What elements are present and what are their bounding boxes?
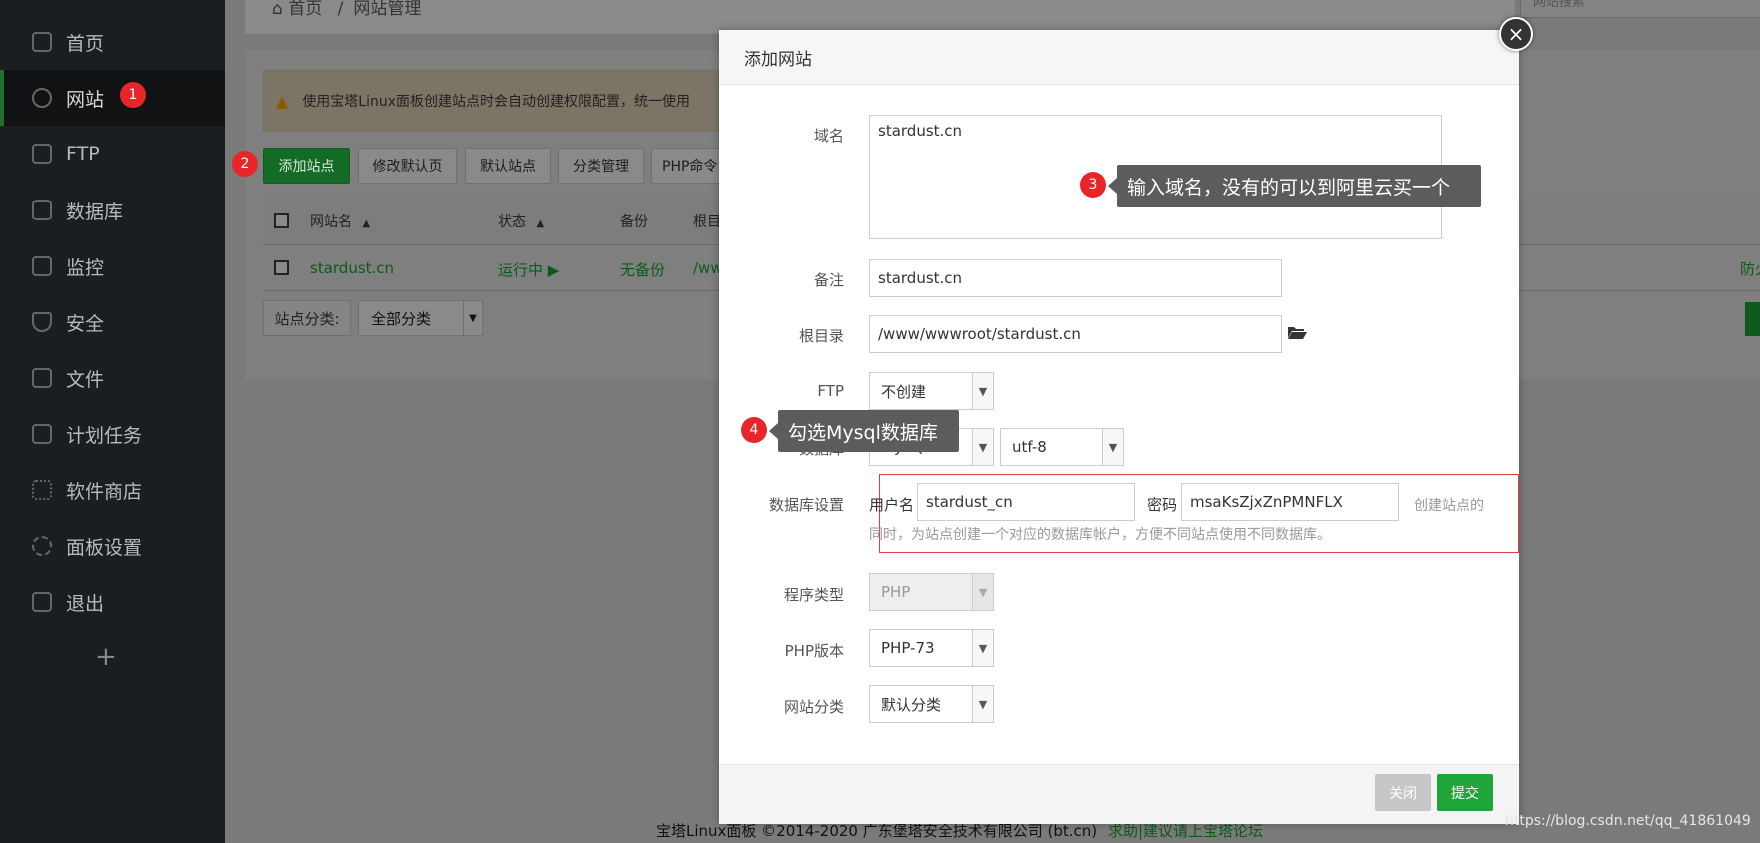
chevron-down-icon: ▼ xyxy=(972,686,993,722)
calendar-icon xyxy=(32,424,52,444)
db-settings-label: 数据库设置 xyxy=(768,496,844,514)
chevron-down-icon: ▼ xyxy=(463,301,482,335)
home-icon xyxy=(32,32,52,52)
chevron-down-icon: ▼ xyxy=(972,630,993,666)
notice-text: 使用宝塔Linux面板创建站点时会自动创建权限配置，统一使用 xyxy=(302,94,691,110)
warning-icon: ▲ xyxy=(276,91,289,111)
sidebar-item-settings[interactable]: 面板设置 xyxy=(0,518,225,574)
category-filter-select[interactable]: 全部分类 ▼ xyxy=(358,300,483,336)
shield-icon xyxy=(32,312,52,332)
db-hint-text: 同时，为站点创建一个对应的数据库帐户，方便不同站点使用不同数据库。 xyxy=(869,527,1331,543)
breadcrumb-current: 网站管理 xyxy=(353,0,422,19)
sidebar-item-cron[interactable]: 计划任务 xyxy=(0,406,225,462)
breadcrumb-home[interactable]: 首页 xyxy=(288,0,322,19)
site-category-select[interactable]: 默认分类 ▼ xyxy=(869,685,994,723)
sidebar-item-ftp[interactable]: FTP xyxy=(0,126,225,182)
program-type-select: PHP ▼ xyxy=(869,573,994,611)
site-status[interactable]: 运行中 ▶ xyxy=(498,259,559,280)
sidebar-item-home[interactable]: 首页 xyxy=(0,14,225,70)
remark-input[interactable] xyxy=(869,259,1282,297)
firewall-link[interactable]: 防火 xyxy=(1740,258,1760,279)
charset-select[interactable]: utf-8 ▼ xyxy=(1000,428,1124,466)
folder-open-icon[interactable] xyxy=(1287,325,1307,339)
root-dir-input[interactable] xyxy=(869,315,1282,353)
remark-label: 备注 xyxy=(813,271,844,289)
chevron-down-icon: ▼ xyxy=(972,429,993,465)
default-site-button[interactable]: 默认站点 xyxy=(465,148,551,184)
dialog-title: 添加网站 xyxy=(744,50,812,70)
php-version-label: PHP版本 xyxy=(784,642,844,660)
logout-icon xyxy=(32,592,52,612)
ftp-icon xyxy=(32,144,52,164)
sidebar-item-files[interactable]: 文件 xyxy=(0,350,225,406)
program-type-label: 程序类型 xyxy=(783,586,844,604)
add-site-button[interactable]: 添加站点 xyxy=(263,148,350,184)
gear-icon xyxy=(32,536,52,556)
php-version-select[interactable]: PHP-73 ▼ xyxy=(869,629,994,667)
db-user-label: 用户名 xyxy=(869,496,915,514)
right-action-button[interactable] xyxy=(1745,302,1760,336)
chevron-down-icon: ▼ xyxy=(1102,429,1123,465)
col-backup: 备份 xyxy=(620,214,648,230)
root-dir-label: 根目录 xyxy=(798,327,844,345)
site-search-input[interactable]: 网站搜索 xyxy=(1520,0,1760,18)
site-backup[interactable]: 无备份 xyxy=(620,259,665,280)
chevron-down-icon: ▼ xyxy=(972,373,993,409)
grid-icon xyxy=(32,480,52,500)
mysql-tip-tooltip: 勾选Mysql数据库 xyxy=(769,410,959,452)
category-manage-button[interactable]: 分类管理 xyxy=(558,148,644,184)
col-site-name[interactable]: 网站名 ▲ xyxy=(310,211,370,231)
globe-icon xyxy=(32,88,52,108)
breadcrumb-separator: / xyxy=(337,0,344,19)
annotation-badge-3: 3 xyxy=(1080,172,1106,198)
breadcrumb: ⌂ 首页 / 网站管理 xyxy=(272,0,421,19)
col-status[interactable]: 状态 ▲ xyxy=(498,211,544,231)
sidebar-item-logout[interactable]: 退出 xyxy=(0,574,225,630)
close-icon[interactable]: × xyxy=(1499,17,1533,51)
col-root: 根目 xyxy=(693,214,721,230)
database-icon xyxy=(32,200,52,220)
site-name-link[interactable]: stardust.cn xyxy=(310,259,394,277)
sidebar: 首页 网站 FTP 数据库 监控 安全 文件 计划任务 软件商店 面板设置 退出… xyxy=(0,0,225,843)
db-user-input[interactable] xyxy=(917,483,1135,521)
annotation-badge-1: 1 xyxy=(120,82,146,108)
domain-label: 域名 xyxy=(813,127,844,145)
site-category-label: 网站分类 xyxy=(783,698,844,716)
sidebar-item-security[interactable]: 安全 xyxy=(0,294,225,350)
monitor-icon xyxy=(32,256,52,276)
modify-default-page-button[interactable]: 修改默认页 xyxy=(358,148,457,184)
submit-button[interactable]: 提交 xyxy=(1437,774,1493,811)
sidebar-item-database[interactable]: 数据库 xyxy=(0,182,225,238)
dialog-header xyxy=(719,30,1519,85)
chevron-down-icon: ▼ xyxy=(972,574,993,610)
annotation-badge-4: 4 xyxy=(741,417,767,443)
category-filter-label: 站点分类: xyxy=(263,300,351,336)
add-icon[interactable]: + xyxy=(95,642,117,672)
sidebar-item-store[interactable]: 软件商店 xyxy=(0,462,225,518)
folder-icon xyxy=(32,368,52,388)
db-password-input[interactable] xyxy=(1181,483,1399,521)
db-hint-tail: 创建站点的 xyxy=(1414,498,1484,514)
domain-tip-tooltip: 输入域名，没有的可以到阿里云买一个 xyxy=(1108,165,1481,207)
row-checkbox[interactable] xyxy=(274,260,289,275)
watermark-text: https://blog.csdn.net/qq_41861049 xyxy=(1505,813,1751,829)
select-all-checkbox[interactable] xyxy=(274,213,289,228)
sidebar-item-website[interactable]: 网站 xyxy=(0,70,225,126)
ftp-label: FTP xyxy=(817,382,844,400)
db-password-label: 密码 xyxy=(1147,496,1178,514)
close-button[interactable]: 关闭 xyxy=(1375,774,1431,811)
annotation-badge-2: 2 xyxy=(232,151,258,177)
ftp-select[interactable]: 不创建 ▼ xyxy=(869,372,994,410)
notice-bar: ▲ 使用宝塔Linux面板创建站点时会自动创建权限配置，统一使用 xyxy=(263,70,725,132)
home-icon: ⌂ xyxy=(272,0,289,19)
php-cli-button[interactable]: PHP命令 xyxy=(651,148,721,184)
sidebar-item-monitor[interactable]: 监控 xyxy=(0,238,225,294)
